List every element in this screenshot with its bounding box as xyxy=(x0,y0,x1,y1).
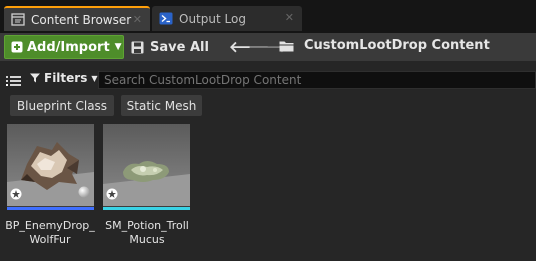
add-import-button[interactable]: Add/Import ▼ xyxy=(4,35,124,59)
sources-panel-icon[interactable] xyxy=(6,73,22,92)
asset-name-label: SM_Potion_Troll Mucus xyxy=(97,219,197,247)
tab-label: Content Browser xyxy=(31,12,132,27)
asset-type-star-icon xyxy=(10,185,22,204)
asset-name-line: SM_Potion_Troll xyxy=(105,219,189,232)
toolbar: Add/Import ▼ Save All 🡐 🡒 CustomLootDrop… xyxy=(0,33,536,61)
filter-chip-label: Blueprint Class xyxy=(16,98,108,113)
breadcrumb[interactable]: CustomLootDrop Content xyxy=(279,38,490,53)
asset-type-color-bar xyxy=(7,207,94,210)
folder-icon xyxy=(279,41,294,51)
search-input[interactable] xyxy=(98,71,536,89)
filters-label: Filters xyxy=(44,71,88,85)
asset-type-star-icon xyxy=(106,185,118,204)
tab-bar: Content Browser ✕ Output Log ✕ xyxy=(0,0,536,33)
tab-output-log[interactable]: Output Log ✕ xyxy=(152,6,302,31)
filter-chip-static-mesh[interactable]: Static Mesh xyxy=(121,95,202,116)
save-all-label: Save All xyxy=(150,39,209,55)
content-browser-icon xyxy=(11,13,25,26)
filter-funnel-icon xyxy=(30,73,40,83)
filters-button[interactable]: Filters ▼ xyxy=(30,71,98,85)
asset-name-label: BP_EnemyDrop_ WolfFur xyxy=(0,219,100,247)
add-import-label: Add/Import xyxy=(27,39,110,55)
asset-tile-sm-potion-trollmucus[interactable] xyxy=(103,124,190,210)
filter-chip-label: Static Mesh xyxy=(126,98,197,113)
chevron-down-icon: ▼ xyxy=(114,42,122,52)
asset-type-color-bar xyxy=(103,207,190,210)
add-icon xyxy=(11,41,23,53)
save-icon xyxy=(131,41,144,53)
output-log-icon xyxy=(159,12,173,25)
asset-tile-bp-enemydrop-wolffur[interactable] xyxy=(7,124,94,210)
tab-label: Output Log xyxy=(179,11,246,26)
filter-chip-blueprint-class[interactable]: Blueprint Class xyxy=(10,95,114,116)
close-tab-icon[interactable]: ✕ xyxy=(133,13,142,26)
asset-name-line: Mucus xyxy=(129,233,165,246)
chevron-down-icon: ▼ xyxy=(91,73,98,83)
close-tab-icon[interactable]: ✕ xyxy=(285,11,294,24)
save-all-button[interactable]: Save All xyxy=(131,37,209,57)
asset-name-line: WolfFur xyxy=(29,233,71,246)
filter-bar: Filters ▼ xyxy=(0,68,536,92)
asset-name-line: BP_EnemyDrop_ xyxy=(5,219,95,232)
tab-content-browser[interactable]: Content Browser ✕ xyxy=(4,6,150,31)
material-sphere-icon xyxy=(78,183,90,202)
current-folder-label: CustomLootDrop Content xyxy=(304,38,490,53)
